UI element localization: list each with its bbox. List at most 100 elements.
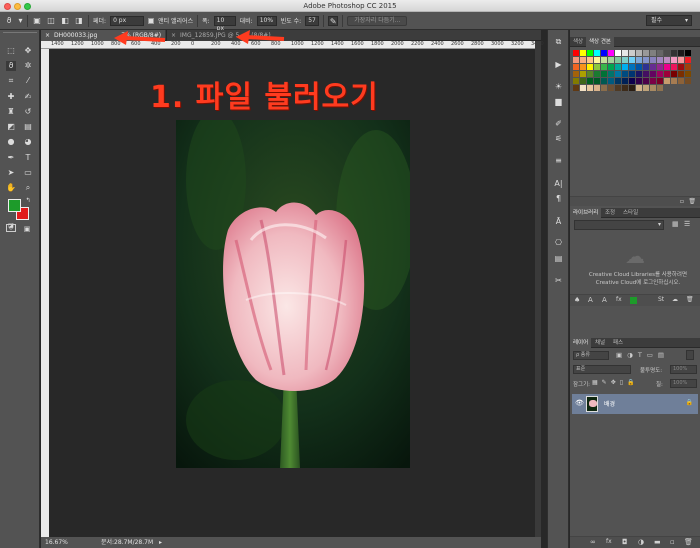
color-swatch[interactable] — [622, 78, 628, 84]
color-swatch[interactable] — [650, 50, 656, 56]
color-swatch[interactable] — [643, 71, 649, 77]
history-brush-icon[interactable]: ↺ — [23, 107, 33, 117]
color-swatch[interactable] — [664, 71, 670, 77]
glyphs-icon[interactable]: Ā — [553, 216, 564, 227]
color-swatch[interactable] — [664, 78, 670, 84]
color-swatch[interactable] — [601, 78, 607, 84]
color-swatch[interactable] — [671, 50, 677, 56]
color-swatch[interactable] — [643, 78, 649, 84]
new-layer-icon[interactable]: ▫ — [670, 538, 675, 546]
color-swatch[interactable] — [573, 50, 579, 56]
vertical-ruler[interactable] — [41, 49, 49, 537]
color-swatch[interactable] — [636, 78, 642, 84]
tablet-pressure-icon[interactable]: ✎ — [328, 15, 339, 26]
minimize-window-button[interactable] — [14, 3, 21, 10]
color-swatch[interactable] — [650, 78, 656, 84]
color-swatch[interactable] — [615, 50, 621, 56]
toolbar-grip[interactable] — [3, 32, 37, 36]
color-swatch[interactable] — [615, 57, 621, 63]
stock-icon[interactable]: St — [658, 296, 664, 303]
quick-mask-icon[interactable]: ◎ — [6, 224, 16, 232]
color-swatch[interactable] — [671, 78, 677, 84]
color-swatch[interactable] — [678, 50, 684, 56]
tab-paths[interactable]: 패스 — [610, 338, 626, 348]
color-swatch[interactable] — [587, 57, 593, 63]
color-swatch[interactable] — [664, 57, 670, 63]
feather-input[interactable]: 0 px — [110, 15, 145, 26]
pen-icon[interactable]: ✒ — [6, 153, 16, 163]
tulip-photo[interactable] — [176, 120, 410, 468]
color-swatch[interactable] — [643, 50, 649, 56]
color-swatch[interactable] — [587, 71, 593, 77]
magic-wand-icon[interactable]: ✲ — [23, 61, 33, 71]
color-swatch[interactable] — [664, 64, 670, 70]
character-icon[interactable]: A| — [553, 178, 564, 189]
color-swatch[interactable] — [601, 57, 607, 63]
blur-icon[interactable]: ● — [6, 137, 16, 147]
list-view-icon[interactable]: ☰ — [684, 220, 690, 228]
color-swatch[interactable] — [678, 57, 684, 63]
new-swatch-icon[interactable]: ▫ — [680, 198, 684, 205]
fill-input[interactable]: 100% — [670, 379, 697, 388]
color-swatch[interactable] — [657, 50, 663, 56]
close-window-button[interactable] — [4, 3, 11, 10]
color-swatch[interactable] — [573, 71, 579, 77]
color-swatch[interactable] — [580, 71, 586, 77]
color-swatch[interactable] — [573, 85, 579, 91]
close-tab-icon[interactable]: × — [45, 32, 50, 39]
color-swatch[interactable] — [608, 64, 614, 70]
color-swatch[interactable] — [594, 85, 600, 91]
color-swatch[interactable] — [678, 71, 684, 77]
color-swatch[interactable] — [580, 50, 586, 56]
zoom-level[interactable]: 16.67% — [45, 537, 68, 548]
color-swatch[interactable] — [580, 78, 586, 84]
histogram-icon[interactable]: ▆ — [553, 96, 564, 107]
color-swatch[interactable] — [650, 71, 656, 77]
tab-layers[interactable]: 레이어 — [570, 338, 592, 348]
notes-icon[interactable]: ▤ — [553, 253, 564, 264]
add-graphic-icon[interactable]: ♠ — [574, 296, 580, 304]
color-swatch[interactable] — [636, 71, 642, 77]
color-swatch[interactable] — [671, 57, 677, 63]
sync-icon[interactable]: ☁ — [672, 296, 678, 303]
library-select[interactable]: ▾ — [574, 220, 664, 230]
history-icon[interactable]: ⧉ — [553, 36, 564, 47]
gradient-icon[interactable]: ▤ — [23, 122, 33, 132]
status-menu-icon[interactable]: ▸ — [159, 537, 162, 548]
screen-mode-icon[interactable]: ▣ — [22, 224, 32, 234]
trash-icon[interactable]: 🗑 — [688, 198, 696, 205]
color-swatch[interactable] — [594, 50, 600, 56]
color-swatch[interactable] — [629, 85, 635, 91]
eyedropper-icon[interactable]: ⁄ — [23, 76, 33, 86]
color-swatch[interactable] — [601, 85, 607, 91]
color-swatch[interactable] — [678, 78, 684, 84]
color-swatch[interactable] — [650, 57, 656, 63]
add-character-style-icon[interactable]: A — [588, 296, 593, 304]
eraser-icon[interactable]: ◩ — [6, 122, 16, 132]
color-swatch[interactable] — [615, 71, 621, 77]
foreground-color-swatch[interactable] — [8, 199, 21, 212]
color-swatch[interactable] — [650, 64, 656, 70]
color-swatch[interactable] — [622, 57, 628, 63]
hand-icon[interactable]: ✋ — [6, 183, 16, 193]
color-swatch[interactable] — [594, 64, 600, 70]
tab-styles[interactable]: 스타일 — [620, 208, 641, 218]
refine-edge-button[interactable]: 가장자리 다듬기... — [347, 15, 408, 26]
color-swatch[interactable] — [573, 57, 579, 63]
trash-icon[interactable]: 🗑 — [684, 538, 693, 546]
color-swatch[interactable] — [608, 50, 614, 56]
color-swatch[interactable] — [587, 64, 593, 70]
color-swatch[interactable] — [615, 64, 621, 70]
layer-name[interactable]: 배경 — [604, 399, 615, 408]
workspace-select[interactable]: 필수 ▾ — [646, 15, 692, 26]
tool-presets-icon[interactable]: ⎔ — [553, 237, 564, 248]
add-selection-icon[interactable]: ◫ — [46, 16, 56, 26]
paragraph-styles-icon[interactable]: ≡ — [553, 155, 564, 166]
color-swatch[interactable] — [587, 78, 593, 84]
color-swatch[interactable] — [622, 71, 628, 77]
lasso-icon[interactable]: ϑ — [6, 61, 16, 71]
layer-row-background[interactable]: 👁 배경 🔒 — [572, 394, 698, 414]
add-fx-icon[interactable]: fx — [616, 296, 622, 303]
color-swatch[interactable] — [643, 85, 649, 91]
color-swatch[interactable] — [657, 78, 663, 84]
